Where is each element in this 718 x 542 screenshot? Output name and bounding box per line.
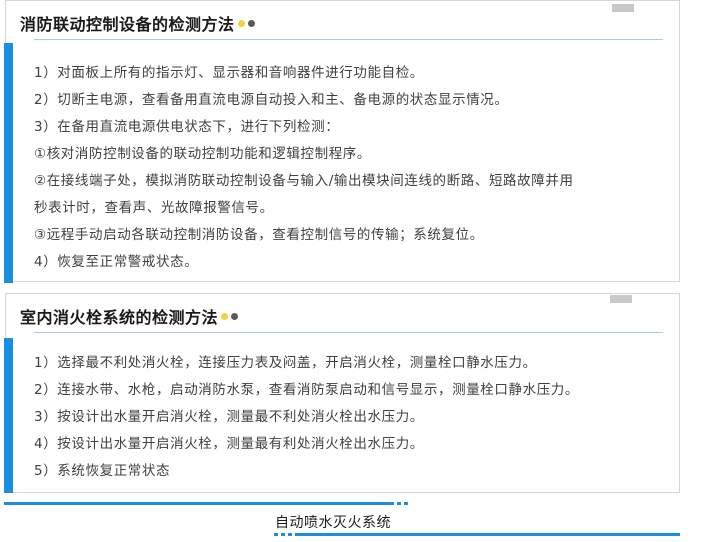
list-item: 3）按设计出水量开启消火栓，测量最不利处消火栓出水压力。 bbox=[34, 409, 424, 425]
accent-bar bbox=[4, 338, 13, 493]
list-item: 1）对面板上所有的指示灯、显示器和音响器件进行功能自检。 bbox=[34, 65, 424, 81]
section-card-fire-linkage: 消防联动控制设备的检测方法 1）对面板上所有的指示灯、显示器和音响器件进行功能自… bbox=[4, 0, 680, 283]
list-item: 5）系统恢复正常状态 bbox=[34, 463, 171, 479]
next-section-title: 自动喷水灭火系统 bbox=[275, 515, 391, 531]
accent-bar bbox=[4, 43, 13, 283]
section-header: 消防联动控制设备的检测方法 bbox=[5, 0, 680, 40]
list-item: 2）切断主电源，查看备用直流电源自动投入和主、备电源的状态显示情况。 bbox=[34, 92, 509, 108]
footer-rule-bottom bbox=[298, 533, 680, 536]
section-title: 消防联动控制设备的检测方法 bbox=[20, 11, 255, 35]
list-item: ③远程手动启动各联动控制消防设备，查看控制信号的传输；系统复位。 bbox=[34, 227, 484, 243]
list-item: 2）连接水带、水枪，启动消防水泵，查看消防泵启动和信号显示，测量栓口静水压力。 bbox=[34, 382, 579, 398]
list-item: 3）在备用直流电源供电状态下，进行下列检测： bbox=[34, 119, 340, 135]
yellow-dot-icon bbox=[237, 20, 245, 27]
gray-dot-icon bbox=[231, 313, 239, 320]
list-item: ②在接线端子处，模拟消防联动控制设备与输入/输出模块间连线的断路、短路故障并用 bbox=[34, 173, 574, 189]
section-card-hydrant: 室内消火栓系统的检测方法 1）选择最不利处消火栓，连接压力表及闷盖，开启消火栓，… bbox=[4, 293, 680, 493]
footer-rule-top bbox=[4, 502, 390, 505]
section-title-text: 消防联动控制设备的检测方法 bbox=[20, 15, 235, 34]
list-item: 秒表计时，查看声、光故障报警信号。 bbox=[34, 200, 274, 216]
section-title: 室内消火栓系统的检测方法 bbox=[20, 304, 239, 328]
section-body: 1）对面板上所有的指示灯、显示器和音响器件进行功能自检。 2）切断主电源，查看备… bbox=[4, 40, 680, 283]
section-title-text: 室内消火栓系统的检测方法 bbox=[20, 308, 219, 327]
list-item: ①核对消防控制设备的联动控制功能和逻辑控制程序。 bbox=[34, 146, 372, 162]
list-item: 4）按设计出水量开启消火栓，测量最有利处消火栓出水压力。 bbox=[34, 436, 424, 452]
footer-rule-dash bbox=[274, 533, 298, 536]
list-item: 4）恢复至正常警戒状态。 bbox=[34, 254, 199, 270]
section-body: 1）选择最不利处消火栓，连接压力表及闷盖，开启消火栓，测量栓口静水压力。 2）连… bbox=[4, 333, 680, 493]
yellow-dot-icon bbox=[221, 313, 229, 320]
gray-dot-icon bbox=[247, 20, 255, 27]
corner-tab-decoration bbox=[610, 295, 632, 303]
section-header: 室内消火栓系统的检测方法 bbox=[5, 293, 680, 333]
corner-tab-decoration bbox=[612, 4, 634, 12]
footer-rule-dash bbox=[390, 502, 408, 505]
list-item: 1）选择最不利处消火栓，连接压力表及闷盖，开启消火栓，测量栓口静水压力。 bbox=[34, 355, 537, 371]
